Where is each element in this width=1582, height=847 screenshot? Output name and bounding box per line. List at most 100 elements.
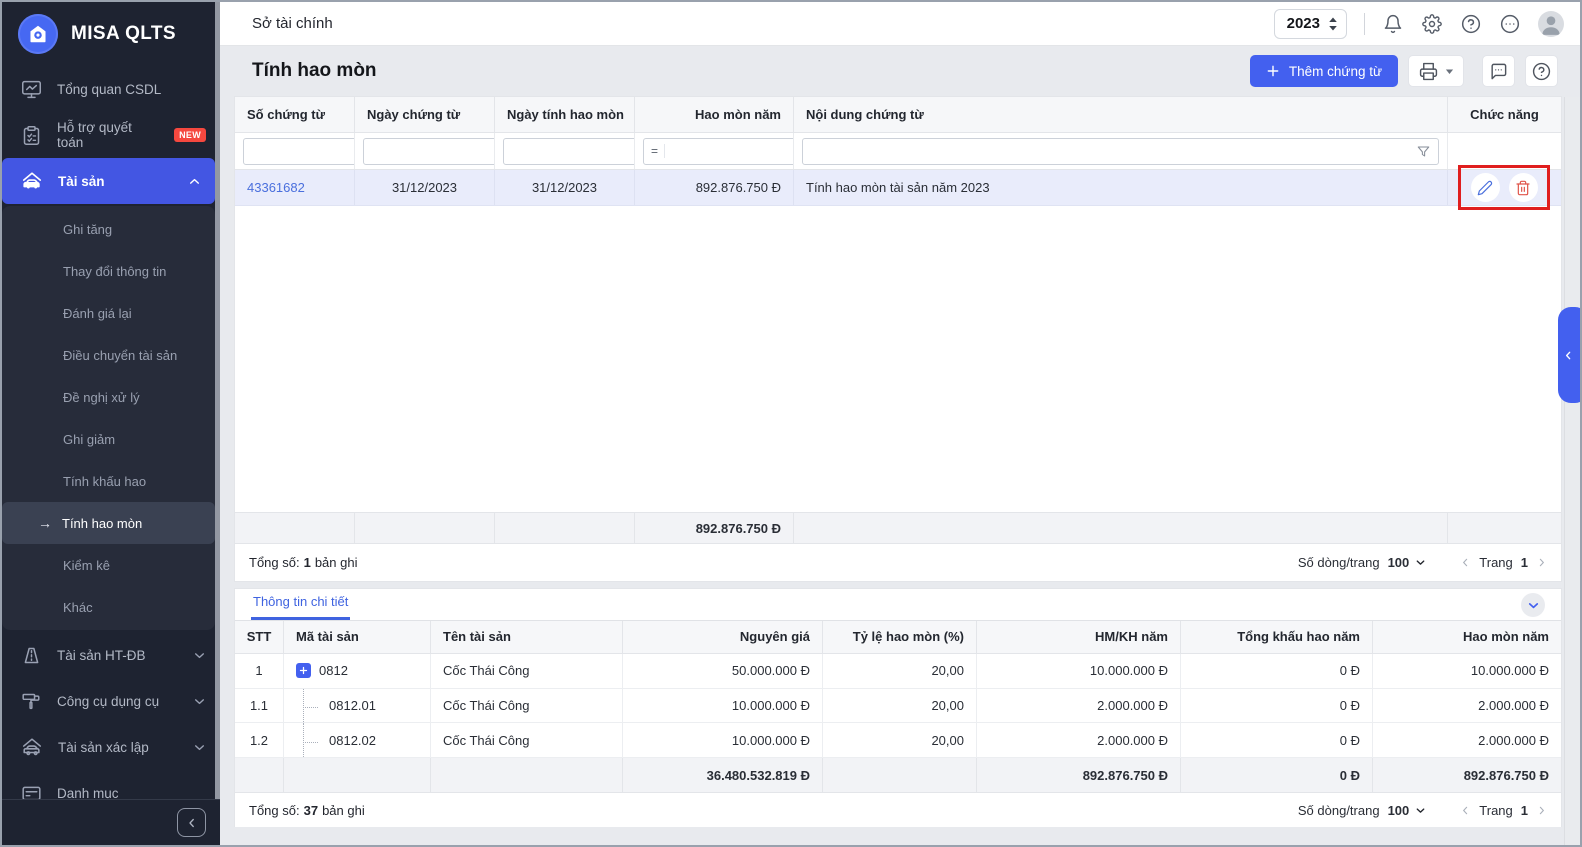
feedback-chat-button[interactable] [1482,55,1515,87]
voucher-row[interactable]: 43361682 31/12/2023 31/12/2023 892.876.7… [235,170,1561,206]
column-header[interactable]: Số chứng từ [235,97,355,132]
submenu-item-ghi-tang[interactable]: Ghi tăng [2,208,215,250]
asset-row[interactable]: 1 0812 Cốc Thái Công 50.000.000 Đ 20,00 … [235,654,1561,689]
help-circle-icon [1532,62,1551,81]
column-header[interactable]: STT [235,621,284,653]
voucher-number-link[interactable]: 43361682 [247,180,305,195]
column-header[interactable]: Tổng khấu hao năm [1181,621,1373,653]
grid-header-row: Số chứng từ Ngày chứng từ Ngày tính hao … [235,97,1561,133]
filter-so-chung-tu-input[interactable] [251,139,355,164]
vertical-scrollbar[interactable] [1564,97,1580,845]
asset-name: Cốc Thái Công [431,689,623,723]
submenu-item-dieu-chuyen-tai-san[interactable]: Điều chuyển tài sản [2,334,215,376]
rows-per-page-select[interactable]: 100 [1388,555,1427,570]
tai-san-submenu: Ghi tăng Thay đổi thông tin Đánh giá lại… [2,206,215,630]
annotation-highlight [1458,165,1550,210]
column-header[interactable]: Ngày tính hao mòn [495,97,635,132]
row-actions-cell [1448,170,1561,205]
detail-panel: Thông tin chi tiết STT Mã tài sản Tên tà… [234,588,1562,827]
wear-year: 2.000.000 Đ [1373,689,1561,723]
rows-per-page-label: Số dòng/trang [1298,803,1380,818]
column-header[interactable]: HM/KH năm [977,621,1181,653]
sidebar-item-label: Tổng quan CSDL [57,82,206,97]
edit-button[interactable] [1471,173,1500,202]
add-voucher-button[interactable]: Thêm chứng từ [1250,55,1398,87]
filter-ngay-tinh-hao-mon-input[interactable] [511,139,635,164]
stepper-icon[interactable] [1328,16,1338,32]
submenu-item-tinh-hao-mon[interactable]: → Tính hao mòn [2,502,215,544]
record-count: Tổng số: 1 bản ghi [249,555,357,570]
filter-ngay-chung-tu [363,138,495,165]
help-icon[interactable] [1460,13,1482,35]
expand-plus-icon[interactable] [296,663,311,678]
tab-thong-tin-chi-tiet[interactable]: Thông tin chi tiết [251,594,350,620]
detail-collapse-button[interactable] [1521,593,1545,617]
sidebar-item-label: Công cụ dụng cụ [57,694,178,709]
column-header[interactable]: Mã tài sản [284,621,431,653]
submenu-item-tinh-khau-hao[interactable]: Tính khấu hao [2,460,215,502]
rows-per-page-value: 100 [1388,555,1410,570]
funnel-icon[interactable] [1416,144,1431,159]
sidebar-collapse-button[interactable] [177,808,206,837]
column-header[interactable]: Nguyên giá [623,621,823,653]
prev-page-button[interactable] [1460,805,1471,816]
page-number[interactable]: 1 [1521,555,1528,570]
new-badge: NEW [174,128,206,142]
sidebar: MISA QLTS Tổng quan CSDL Hỗ trợ quyết to… [2,2,220,845]
submenu-item-danh-gia-lai[interactable]: Đánh giá lại [2,292,215,334]
asset-code-cell: 0812.01 [284,689,431,723]
sidebar-item-cong-cu-dung-cu[interactable]: Công cụ dụng cụ [2,678,220,724]
submenu-item-de-nghi-xu-ly[interactable]: Đề nghị xử lý [2,376,215,418]
detail-header-row: STT Mã tài sản Tên tài sản Nguyên giá Tỷ… [235,621,1561,654]
asset-row[interactable]: 1.2 0812.02 Cốc Thái Công 10.000.000 Đ 2… [235,723,1561,758]
submenu-label: Tính hao mòn [62,516,142,531]
filter-ngay-chung-tu-input[interactable] [371,139,495,164]
grid-filter-row: = [235,133,1561,170]
submenu-item-thay-doi-thong-tin[interactable]: Thay đổi thông tin [2,250,215,292]
submenu-item-khac[interactable]: Khác [2,586,215,628]
sidebar-footer [2,799,220,845]
help-button[interactable] [1525,55,1558,87]
side-panel-expand-handle[interactable] [1558,307,1580,403]
sidebar-item-tai-san-xac-lap[interactable]: Tài sản xác lập [2,724,220,770]
equals-operator[interactable]: = [651,144,665,158]
add-voucher-label: Thêm chứng từ [1289,64,1382,79]
filter-hao-mon-nam-input[interactable] [672,139,794,164]
print-button[interactable] [1408,55,1464,87]
more-options-icon[interactable] [1499,13,1521,35]
submenu-item-kiem-ke[interactable]: Kiểm kê [2,544,215,586]
user-avatar[interactable] [1538,11,1564,37]
trash-icon [1515,180,1531,196]
total-suffix: bản ghi [315,555,358,570]
filter-noi-dung-input[interactable] [810,139,1409,164]
caret-down-icon [1445,67,1454,76]
column-header[interactable]: Hao mòn năm [635,97,794,132]
filter-so-chung-tu [243,138,355,165]
rows-per-page-select[interactable]: 100 [1388,803,1427,818]
tree-elbow [303,689,318,709]
stt: 1 [235,654,284,688]
asset-row[interactable]: 1.1 0812.01 Cốc Thái Công 10.000.000 Đ 2… [235,689,1561,724]
next-page-button[interactable] [1536,557,1547,568]
settings-gear-icon[interactable] [1421,13,1443,35]
column-header[interactable]: Tỷ lệ hao mòn (%) [823,621,977,653]
sidebar-item-tai-san[interactable]: Tài sản [2,158,215,204]
submenu-item-ghi-giam[interactable]: Ghi giảm [2,418,215,460]
sidebar-item-tong-quan-csdl[interactable]: Tổng quan CSDL [2,66,220,112]
yearly-depreciation-value: 892.876.750 Đ [635,170,794,205]
depreciation-rate: 20,00 [823,723,977,757]
year-selector[interactable]: 2023 [1274,9,1347,39]
column-header[interactable]: Nội dung chứng từ [794,97,1448,132]
column-header[interactable]: Tên tài sản [431,621,623,653]
detail-tabbar: Thông tin chi tiết [235,589,1561,621]
column-header[interactable]: Hao mòn năm [1373,621,1561,653]
page-number[interactable]: 1 [1521,803,1528,818]
prev-page-button[interactable] [1460,557,1471,568]
delete-button[interactable] [1509,173,1538,202]
sidebar-item-ho-tro-quyet-toan[interactable]: Hỗ trợ quyết toán NEW [2,112,220,158]
next-page-button[interactable] [1536,805,1547,816]
sidebar-item-tai-san-ht-db[interactable]: Tài sản HT-ĐB [2,632,220,678]
notifications-bell-icon[interactable] [1382,13,1404,35]
column-header[interactable]: Ngày chứng từ [355,97,495,132]
depreciation-date: 31/12/2023 [495,170,635,205]
